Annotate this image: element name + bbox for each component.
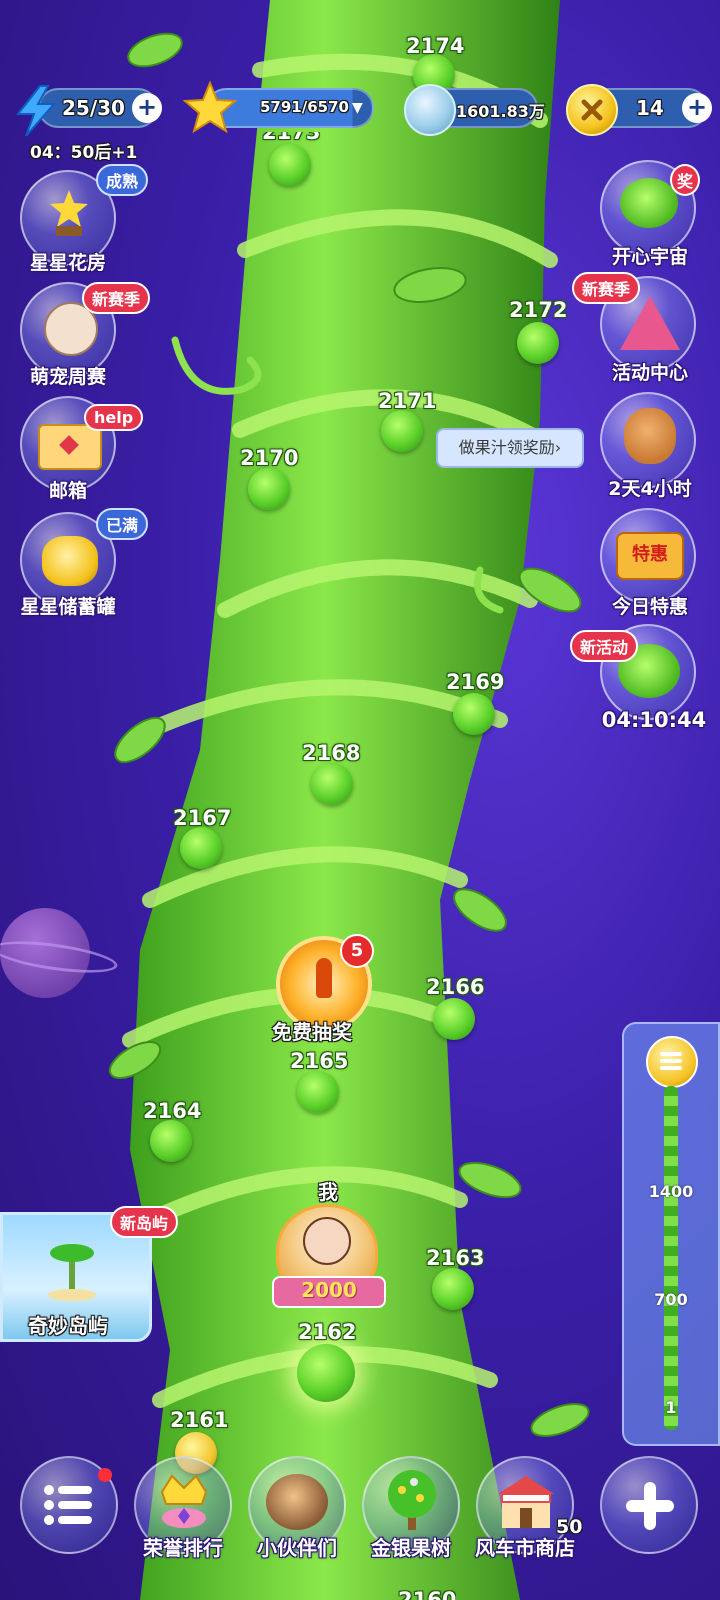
add-ticket-button[interactable]: + [682,93,712,123]
level-label: 2171 [378,389,437,413]
pet-weekly-badge: 新赛季 [82,282,151,314]
level-label: 2172 [509,298,568,322]
avatar-face-icon [303,1217,351,1265]
star-piggy-bank-label: 星星储蓄罐 [20,596,116,618]
star-piggy-bank-badge: 已满 [96,508,149,540]
level-node[interactable] [517,322,559,364]
daily-deal-label: 今日特惠 [611,596,688,618]
level-node[interactable] [150,1120,192,1162]
level-label: 2170 [240,446,299,470]
menu-list-icon [44,1484,94,1525]
special-offer-icon: 特惠 [616,532,684,580]
star-dropdown-icon[interactable]: ▼ [352,100,363,116]
mailbox-label: 邮箱 [48,480,87,502]
scale-tick-label: 700 [654,1290,688,1309]
ticket-icon [566,84,618,136]
fruit-tree-label: 金银果树 [371,1536,451,1560]
energy-timer: 04：50后+1 [30,143,138,163]
add-energy-button[interactable]: + [132,93,162,123]
juice-reward-tooltip[interactable]: 做果汁领奖励› [436,428,584,468]
mailbox-badge: help [84,404,144,431]
happy-universe-badge: 奖 [670,164,701,196]
level-node[interactable] [433,998,475,1040]
level-node[interactable] [269,144,311,186]
level-label: 2167 [173,806,232,830]
main-menu-button[interactable] [20,1456,118,1554]
scale-tick-label: 1 [665,1398,677,1417]
level-label: 2166 [426,975,485,999]
level-node[interactable] [180,827,222,869]
lottery-count-badge: 5 [340,934,374,968]
wonder-island-label: 奇妙岛屿 [28,1314,108,1338]
shop-icon [494,1472,558,1532]
level-node-current[interactable] [297,1344,355,1402]
event-center-badge: 新赛季 [572,272,641,304]
energy-value: 25/30 [62,96,125,120]
plus-icon [624,1480,676,1532]
palm-island-icon [47,1237,97,1301]
scale-tick-label: 1400 [648,1182,694,1201]
level-node[interactable] [381,410,423,452]
crown-trophy-icon [158,1470,210,1530]
heart-icon [59,435,79,455]
level-label: 2169 [446,670,505,694]
wonder-island-badge: 新岛屿 [110,1206,179,1238]
level-label: 2165 [290,1049,349,1073]
level-label: 2162 [298,1320,357,1344]
new-event-timer: 04:10:44 [601,708,707,732]
piggy-bank-icon [42,536,98,586]
frog-ufo-icon [620,178,678,228]
partners-label: 小伙伴们 [257,1536,337,1560]
juice-event-label: 2天4小时 [608,478,692,500]
level-node[interactable] [297,1071,339,1113]
star-icon [182,80,238,134]
level-label: 2163 [426,1246,485,1270]
fruit-tree-icon [384,1468,440,1534]
partial-level-number: 50 [556,1516,583,1538]
new-event-badge: 新活动 [570,630,639,662]
lightning-icon [12,84,60,137]
level-progress-scale[interactable]: 1400 700 1 [622,1022,720,1446]
raccoon-friends-icon [266,1474,328,1530]
circus-tent-icon [620,296,680,350]
level-label-partial: 2160 [398,1590,456,1600]
player-marker-label: 我 [318,1180,338,1204]
coin-value: 1601.83万 [456,102,545,121]
level-label: 2164 [143,1099,202,1123]
pet-weekly-label: 萌宠周赛 [29,366,106,388]
scale-vine [664,1086,678,1430]
menu-lines-icon [660,1052,682,1056]
level-node[interactable] [432,1268,474,1310]
level-node[interactable] [248,468,290,510]
level-node[interactable] [453,693,495,735]
ticket-value: 14 [636,96,664,120]
level-label: 2168 [302,741,361,765]
notification-dot [98,1468,112,1482]
lottery-count-text: 5 [350,940,364,961]
level-node[interactable] [311,763,353,805]
tooltip-text: 做果汁领奖励 [458,438,555,457]
mail-icon [38,424,102,470]
special-offer-sign: 特惠 [632,544,668,565]
honor-ranking-label: 荣誉排行 [143,1536,223,1560]
star-flower-house-label: 星星花房 [29,252,106,274]
star-flower-house-badge: 成熟 [96,164,149,196]
daily-deal-button[interactable]: 特惠 [600,508,696,604]
wheel-pointer-icon [316,958,332,998]
player-score-badge: 2000 [272,1276,386,1308]
lottery-label: 免费抽奖 [272,1020,352,1044]
expand-plus-button[interactable] [600,1456,698,1554]
level-label: 2174 [406,34,465,58]
scale-top-button[interactable] [646,1036,698,1088]
bear-juice-icon [624,408,676,464]
star-value: 5791/6570 [260,98,349,116]
player-score-text: 2000 [301,1278,357,1302]
flower-house-icon [46,188,92,236]
happy-universe-label: 开心宇宙 [611,246,688,268]
tooltip-arrow-icon: › [554,438,562,457]
coin-icon [404,84,456,136]
event-center-label: 活动中心 [611,362,688,384]
level-label: 2161 [170,1408,229,1432]
